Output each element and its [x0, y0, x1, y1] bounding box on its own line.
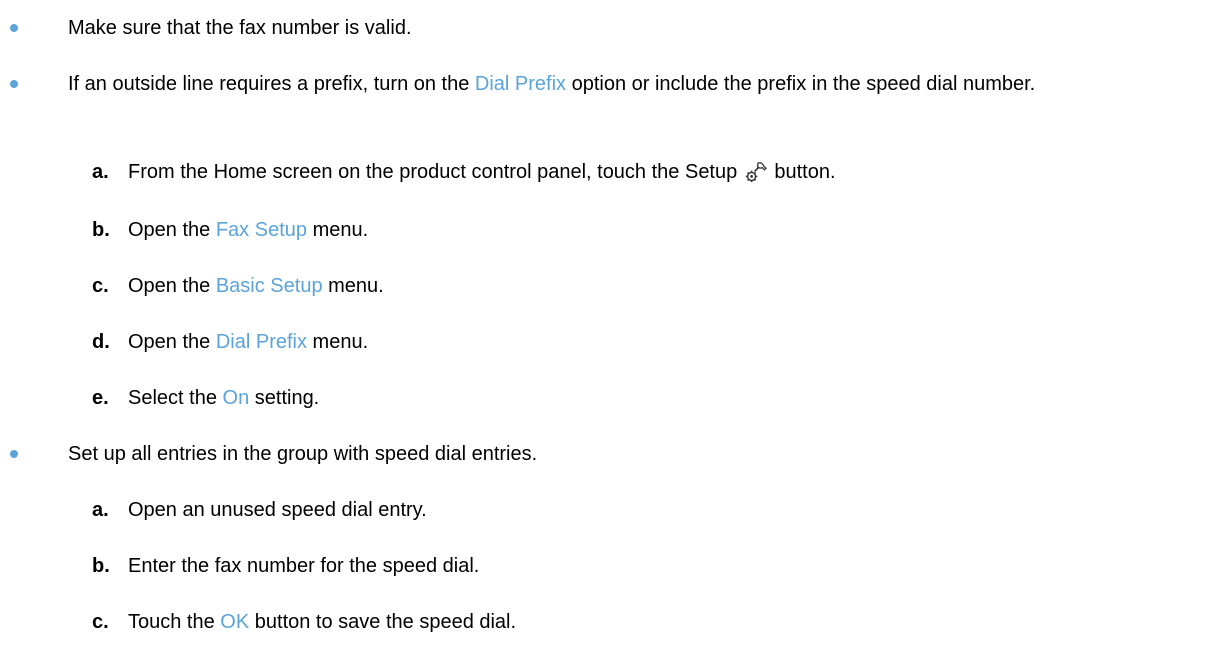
step-letter: a. — [92, 161, 109, 183]
step-text: Open the Dial Prefix menu. — [128, 328, 1188, 356]
ui-term-ok: OK — [220, 611, 250, 633]
text-segment: From the Home screen on the product cont… — [128, 161, 743, 183]
bullet-dot — [10, 80, 18, 88]
step-text: Touch the OK button to save the speed di… — [128, 608, 1188, 636]
step-letter: c. — [92, 611, 109, 633]
ui-term-dial-prefix: Dial Prefix — [474, 73, 567, 95]
ui-term-dial-prefix: Dial Prefix — [215, 331, 307, 353]
step-letter: e. — [92, 387, 109, 409]
text-segment: If an outside line requires a prefix, tu… — [68, 73, 475, 95]
step-text: Open the Fax Setup menu. — [128, 216, 1188, 244]
text-segment: Open the — [128, 275, 216, 297]
step-letter: c. — [92, 275, 109, 297]
bullet-text: Set up all entries in the group with spe… — [68, 443, 538, 465]
bullet-text: Make sure that the fax number is valid. — [68, 17, 412, 39]
ui-term-basic-setup: Basic Setup — [215, 275, 323, 297]
text-segment: option or include the prefix in the spee… — [566, 73, 1036, 95]
text-segment: menu. — [306, 331, 369, 353]
document-content: Make sure that the fax number is valid. … — [0, 0, 1207, 662]
ui-term-on: On — [222, 387, 250, 409]
text-segment: menu. — [307, 219, 369, 241]
text-segment: menu. — [322, 275, 384, 297]
step-text: Enter the fax number for the speed dial. — [128, 555, 480, 577]
text-segment: button to save the speed dial. — [249, 611, 517, 633]
text-segment: Select the — [128, 387, 223, 409]
text-segment: button. — [768, 161, 836, 183]
step-text: From the Home screen on the product cont… — [128, 158, 1188, 186]
bullet-dot — [10, 24, 18, 32]
step-letter: b. — [92, 555, 110, 577]
bullet-dot — [10, 450, 18, 458]
ui-term-fax-setup: Fax Setup — [215, 219, 308, 241]
text-segment: Touch the — [128, 611, 221, 633]
setup-wrench-gear-icon — [745, 162, 767, 183]
bullet-text: If an outside line requires a prefix, tu… — [68, 70, 1188, 98]
step-letter: d. — [92, 331, 110, 353]
text-segment: Open the — [128, 219, 216, 241]
step-text: Open the Basic Setup menu. — [128, 272, 1188, 300]
text-segment: setting. — [249, 387, 320, 409]
step-letter: a. — [92, 499, 109, 521]
step-text: Open an unused speed dial entry. — [128, 499, 427, 521]
text-segment: Open the — [128, 331, 216, 353]
step-text: Select the On setting. — [128, 384, 1188, 412]
step-letter: b. — [92, 219, 110, 241]
